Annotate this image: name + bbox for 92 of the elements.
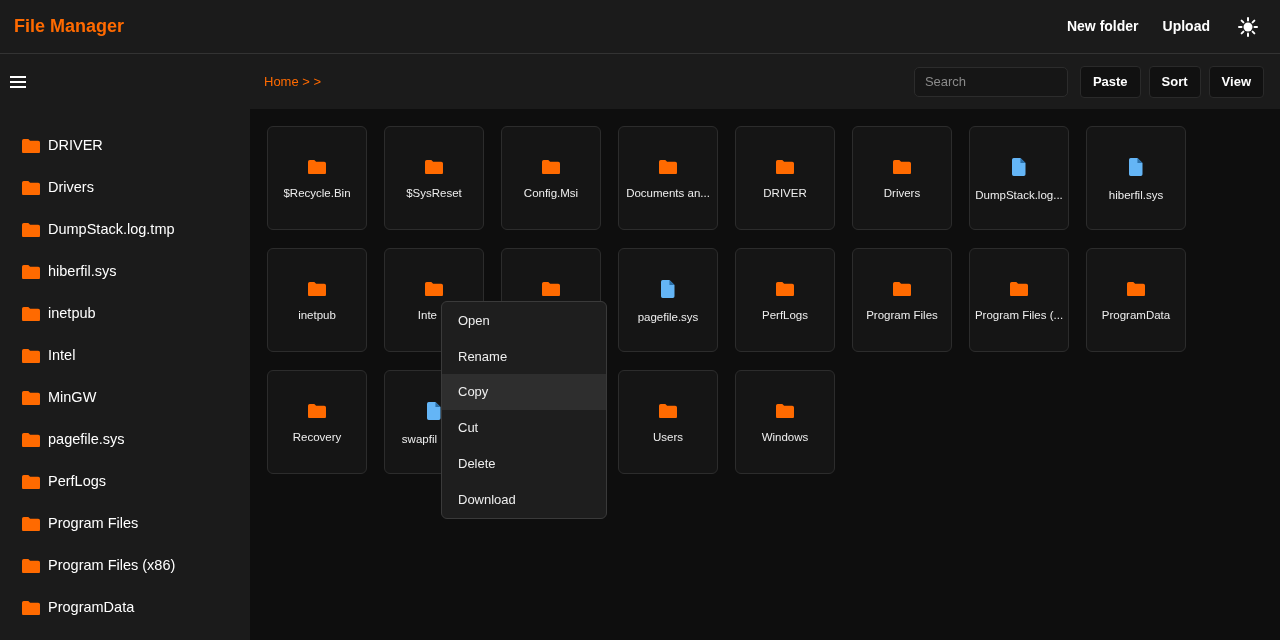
file-name: inetpub <box>298 308 336 324</box>
sidebar-item[interactable]: ProgramData <box>48 597 135 619</box>
sidebar-item[interactable]: Program Files <box>48 513 139 535</box>
sidebar-item[interactable]: DumpStack.log.tmp <box>48 219 175 241</box>
file-tile[interactable]: pagefile.sys <box>618 248 718 352</box>
sun-icon[interactable] <box>1238 16 1258 37</box>
file-name: pagefile.sys <box>637 309 699 325</box>
file-tile[interactable]: Windows <box>735 370 835 474</box>
sidebar-item[interactable]: DRIVER <box>48 135 103 157</box>
sidebar-item[interactable]: pagefile.sys <box>48 429 125 451</box>
file-name: Config.Msi <box>523 186 579 202</box>
folder-icon <box>22 264 40 280</box>
folder-icon <box>542 281 560 297</box>
file-name: $Recycle.Bin <box>283 186 351 202</box>
file-icon <box>661 279 675 298</box>
paste-button[interactable]: Paste <box>1079 65 1141 98</box>
file-tile[interactable]: Drivers <box>852 126 952 230</box>
view-button[interactable]: View <box>1208 65 1264 98</box>
file-tile[interactable]: $SysReset <box>384 126 484 230</box>
folder-icon <box>893 281 911 297</box>
file-tile[interactable]: Program Files (... <box>969 248 1069 352</box>
file-tile[interactable]: hiberfil.sys <box>1086 126 1186 230</box>
file-name: DRIVER <box>763 186 807 202</box>
folder-icon <box>22 306 40 322</box>
folder-icon <box>659 159 677 175</box>
file-tile[interactable]: $Recycle.Bin <box>267 126 367 230</box>
file-name: ProgramData <box>1101 308 1171 324</box>
folder-icon <box>308 281 326 297</box>
file-name: Recovery <box>292 430 342 446</box>
search-field[interactable]: Search <box>913 66 1068 97</box>
folder-icon <box>22 516 40 532</box>
file-tile[interactable]: ProgramData <box>1086 248 1186 352</box>
folder-icon <box>308 159 326 175</box>
sidebar-item[interactable]: inetpub <box>48 303 96 325</box>
folder-icon <box>1127 281 1145 297</box>
breadcrumb[interactable]: Home > > <box>264 71 322 92</box>
file-name: Program Files (... <box>974 308 1064 324</box>
folder-icon <box>22 474 40 490</box>
sidebar-item[interactable]: PerfLogs <box>48 471 107 493</box>
file-name: Users <box>653 430 683 446</box>
header-button[interactable]: New folder <box>1066 12 1139 41</box>
menu-item[interactable]: Copy <box>442 374 606 411</box>
folder-icon <box>22 600 40 616</box>
file-name: Inte <box>417 308 437 324</box>
folder-icon <box>425 159 443 175</box>
file-icon <box>1012 157 1026 176</box>
sidebar-item[interactable]: hiberfil.sys <box>48 261 117 283</box>
file-name: Windows <box>761 430 809 446</box>
file-tile[interactable]: PerfLogs <box>735 248 835 352</box>
sidebar-item[interactable]: Intel <box>48 345 76 367</box>
folder-icon <box>893 159 911 175</box>
folder-icon <box>22 558 40 574</box>
file-name: DumpStack.log... <box>975 187 1063 203</box>
file-tile[interactable]: Config.Msi <box>501 126 601 230</box>
folder-icon <box>542 159 560 175</box>
sidebar-item[interactable]: MinGW <box>48 387 97 409</box>
folder-icon <box>22 180 40 196</box>
folder-icon <box>776 403 794 419</box>
file-icon <box>1129 157 1143 176</box>
folder-icon <box>22 432 40 448</box>
file-icon <box>427 401 441 420</box>
file-name: Documents an... <box>626 186 710 202</box>
folder-icon <box>425 281 443 297</box>
file-tile[interactable]: Program Files <box>852 248 952 352</box>
folder-icon <box>1010 281 1028 297</box>
app-title: File Manager <box>14 15 125 38</box>
file-tile[interactable]: Users <box>618 370 718 474</box>
file-tile[interactable]: inetpub <box>267 248 367 352</box>
file-name: hiberfil.sys <box>1108 187 1164 203</box>
file-name: Drivers <box>883 186 921 202</box>
folder-icon <box>776 159 794 175</box>
sidebar-item[interactable]: Program Files (x86) <box>48 555 176 577</box>
header-button[interactable]: Upload <box>1162 12 1210 41</box>
menu-icon[interactable] <box>10 75 26 88</box>
sidebar-item[interactable]: Drivers <box>48 177 94 199</box>
sort-button[interactable]: Sort <box>1148 65 1201 98</box>
folder-icon <box>308 403 326 419</box>
file-name: PerfLogs <box>762 308 808 324</box>
menu-item[interactable]: Download <box>442 481 606 518</box>
folder-icon <box>659 403 677 419</box>
folder-icon <box>776 281 794 297</box>
folder-icon <box>22 390 40 406</box>
file-name: swapfil <box>401 431 437 447</box>
folder-icon <box>22 138 40 154</box>
file-tile[interactable]: Recovery <box>267 370 367 474</box>
file-tile[interactable]: DumpStack.log... <box>969 126 1069 230</box>
file-name: Program Files <box>866 308 938 324</box>
folder-icon <box>22 222 40 238</box>
file-name: $SysReset <box>406 186 462 202</box>
file-tile[interactable]: Documents an... <box>618 126 718 230</box>
folder-icon <box>22 348 40 364</box>
file-tile[interactable]: DRIVER <box>735 126 835 230</box>
